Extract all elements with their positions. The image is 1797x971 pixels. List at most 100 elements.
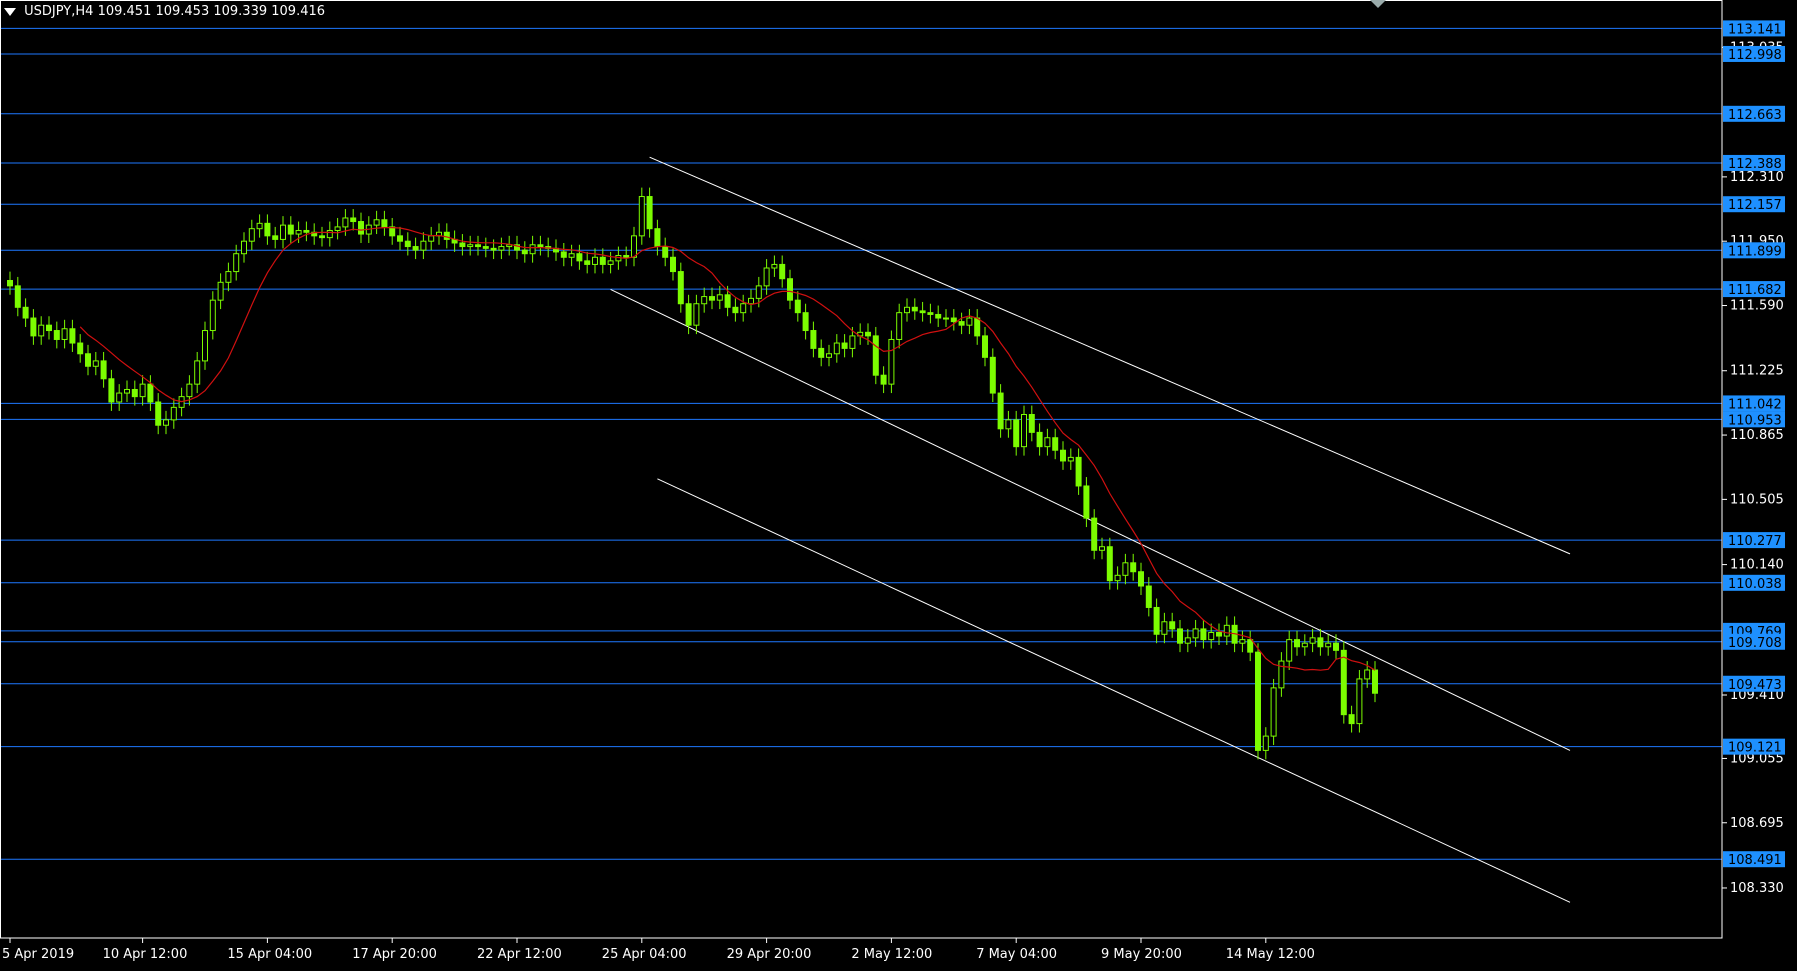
candle-body xyxy=(982,335,988,358)
candle-body xyxy=(1278,660,1285,689)
candle-body xyxy=(467,244,474,248)
candle-body xyxy=(1044,437,1051,448)
candle-body xyxy=(670,256,676,273)
candle-body xyxy=(654,228,661,248)
candle-body xyxy=(490,247,497,251)
candle-body xyxy=(186,383,193,398)
candle-body xyxy=(755,285,762,299)
y-tick-label: 110.865 xyxy=(1730,428,1784,443)
candle-body xyxy=(1309,637,1316,644)
candle-body xyxy=(802,312,809,332)
candle-body xyxy=(927,312,934,315)
candle-body xyxy=(38,324,45,337)
candle-body xyxy=(1005,419,1012,430)
candle-body xyxy=(1114,574,1121,582)
level-label: 111.042 xyxy=(1728,397,1782,412)
candle-body xyxy=(248,228,255,242)
x-tick-label: 9 May 20:00 xyxy=(1101,947,1182,962)
candle-body xyxy=(1060,449,1066,462)
candle-body xyxy=(818,347,825,358)
candle-body xyxy=(911,306,918,312)
candle-body xyxy=(1340,649,1347,716)
candle-body xyxy=(880,374,887,385)
candle-body xyxy=(404,240,411,248)
candle-body xyxy=(1255,651,1261,751)
level-label: 110.953 xyxy=(1728,413,1782,428)
level-label: 111.899 xyxy=(1728,244,1782,259)
candle-body xyxy=(974,317,981,337)
candle-body xyxy=(1216,631,1222,637)
x-tick-label: 17 Apr 20:00 xyxy=(352,947,437,962)
candle-body xyxy=(303,229,310,233)
candle-body xyxy=(1348,714,1355,725)
candle-body xyxy=(677,271,684,305)
candle-body xyxy=(287,224,294,235)
level-label: 110.277 xyxy=(1728,534,1782,549)
candle-body xyxy=(607,260,614,265)
candle-body xyxy=(459,242,466,248)
candle-body xyxy=(904,306,910,314)
candle-body xyxy=(233,253,240,273)
candle-body xyxy=(631,235,637,258)
candle-body xyxy=(420,240,427,251)
x-tick-label: 7 May 04:00 xyxy=(976,947,1057,962)
candle-body xyxy=(1036,431,1043,448)
level-label: 112.157 xyxy=(1728,198,1782,213)
candle-body xyxy=(943,317,949,320)
candle-body xyxy=(833,342,840,355)
candle-body xyxy=(748,297,754,305)
candle-body xyxy=(443,231,450,240)
candle-body xyxy=(342,217,349,228)
candle-body xyxy=(865,331,871,337)
candle-body xyxy=(662,246,669,258)
candle-body xyxy=(412,246,419,251)
candle-body xyxy=(529,244,536,255)
candle-body xyxy=(740,303,747,314)
y-tick-label: 110.140 xyxy=(1730,558,1784,573)
candle-body xyxy=(1145,585,1152,608)
y-tick-label: 108.695 xyxy=(1730,816,1784,831)
dropdown-triangle-icon[interactable] xyxy=(4,7,16,16)
level-label: 112.663 xyxy=(1728,108,1782,123)
candle-body xyxy=(1239,639,1246,644)
candle-body xyxy=(53,330,60,340)
candle-body xyxy=(989,356,996,394)
candle-body xyxy=(1317,637,1324,648)
candle-body xyxy=(124,388,130,394)
candle-body xyxy=(1052,437,1059,451)
chart-header: USDJPY,H4 109.451 109.453 109.339 109.41… xyxy=(4,4,325,19)
candle-body xyxy=(1294,639,1300,648)
candle-body xyxy=(498,246,505,251)
level-label: 113.141 xyxy=(1728,22,1782,37)
candle-body xyxy=(771,263,778,269)
candle-body xyxy=(358,221,364,235)
candle-body xyxy=(217,281,224,301)
candle-body xyxy=(475,244,481,248)
candle-body xyxy=(685,303,692,326)
candle-body xyxy=(950,317,957,323)
y-tick-label: 111.225 xyxy=(1730,364,1784,379)
candle-body xyxy=(716,294,723,301)
x-tick-label: 29 Apr 20:00 xyxy=(727,947,812,962)
candle-body xyxy=(896,312,903,340)
candle-body xyxy=(1262,735,1269,751)
x-tick-label: 22 Apr 12:00 xyxy=(477,947,562,962)
x-tick-label: 15 Apr 04:00 xyxy=(227,947,312,962)
candle-body xyxy=(319,235,325,239)
candle-body xyxy=(280,224,286,240)
level-label: 110.038 xyxy=(1728,577,1782,592)
candle-body xyxy=(724,294,731,308)
candle-body xyxy=(69,328,76,344)
chart-background xyxy=(0,0,1797,971)
ohlc-values: 109.451 109.453 109.339 109.416 xyxy=(97,4,326,19)
level-label: 109.473 xyxy=(1728,678,1782,693)
candle-body xyxy=(7,280,13,287)
level-label: 112.388 xyxy=(1728,157,1782,172)
candle-body xyxy=(763,267,770,287)
price-chart[interactable]: 113.035112.310111.950111.590111.225110.8… xyxy=(0,0,1797,971)
candle-body xyxy=(1247,639,1254,653)
candle-body xyxy=(709,296,715,301)
candle-body xyxy=(163,419,169,426)
candle-body xyxy=(116,392,123,403)
x-tick-label: 5 Apr 2019 xyxy=(2,947,74,962)
